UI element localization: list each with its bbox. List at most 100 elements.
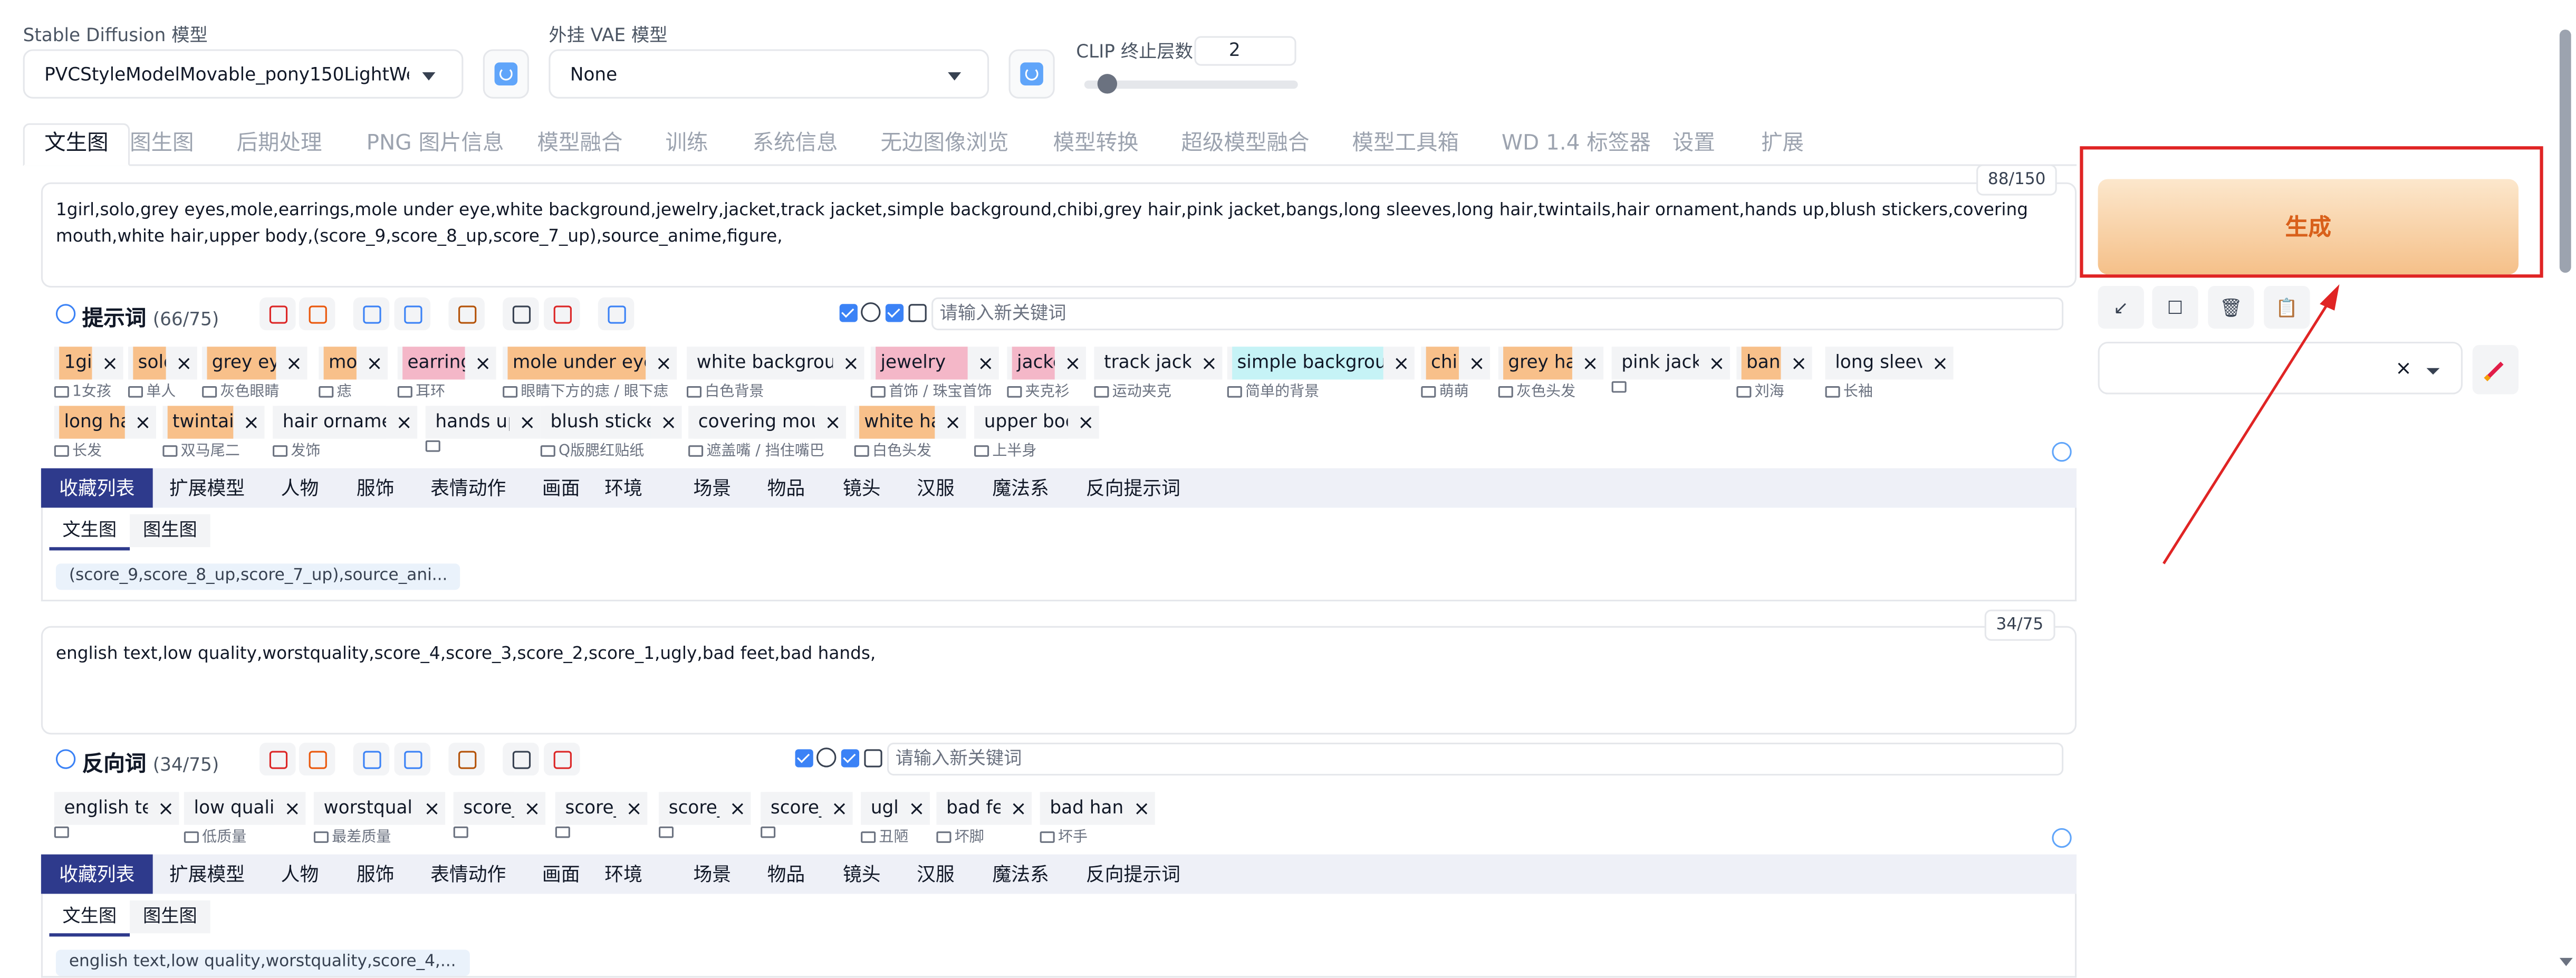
tab-5[interactable]: 训练 — [665, 125, 708, 165]
toolbar-button[interactable] — [353, 297, 390, 331]
remove-tag-icon[interactable]: × — [1010, 797, 1026, 820]
prompt-textarea[interactable]: 1girl,solo,grey eyes,mole,earrings,mole … — [41, 182, 2077, 288]
edit-style-button[interactable] — [2472, 345, 2519, 395]
remove-tag-icon[interactable]: × — [945, 411, 961, 434]
category-6[interactable]: 环境 — [604, 468, 642, 508]
remove-tag-icon[interactable]: × — [729, 797, 746, 820]
remove-tag-icon[interactable]: × — [396, 411, 412, 434]
toolbar-button[interactable] — [598, 297, 635, 331]
remove-tag-icon[interactable]: × — [1201, 352, 1217, 375]
history-icon[interactable] — [861, 302, 881, 322]
toolbar-button[interactable] — [394, 297, 431, 331]
category-10[interactable]: 汉服 — [917, 468, 955, 508]
checkbox-1[interactable] — [839, 304, 858, 322]
keyword-tag[interactable]: long sleeves × — [1825, 347, 1954, 380]
keyword-tag[interactable]: chibi × — [1421, 347, 1491, 380]
remove-tag-icon[interactable]: × — [284, 797, 301, 820]
subtab-img2img[interactable]: 图生图 — [130, 514, 210, 548]
toolbar-button[interactable] — [299, 742, 335, 776]
category-5[interactable]: 画面 — [542, 855, 580, 894]
keyword-tag[interactable]: bad feet × — [936, 792, 1032, 825]
remove-tag-icon[interactable]: × — [102, 352, 118, 375]
category-12[interactable]: 反向提示词 — [1086, 468, 1180, 508]
toolbar-button[interactable] — [394, 742, 431, 776]
category-11[interactable]: 魔法系 — [992, 468, 1049, 508]
keyword-tag[interactable]: jacket × — [1007, 347, 1086, 380]
remove-tag-icon[interactable]: × — [366, 352, 382, 375]
keyword-tag[interactable]: low quality × — [184, 792, 306, 825]
expand-icon[interactable] — [2052, 828, 2072, 848]
remove-tag-icon[interactable]: × — [977, 352, 994, 375]
remove-tag-icon[interactable]: × — [908, 797, 925, 820]
refresh-sd-model-button[interactable] — [483, 49, 529, 99]
keyword-tag[interactable]: upper body × — [974, 406, 1099, 439]
refresh-vae-button[interactable] — [1008, 49, 1055, 99]
keyword-tag[interactable]: white hair × — [854, 406, 966, 439]
remove-tag-icon[interactable]: × — [158, 797, 174, 820]
vae-select[interactable]: None — [549, 49, 989, 99]
history-icon[interactable] — [816, 747, 837, 768]
remove-tag-icon[interactable]: × — [475, 352, 491, 375]
remove-tag-icon[interactable]: × — [176, 352, 192, 375]
keyword-tag[interactable]: bad hands × — [1040, 792, 1155, 825]
remove-tag-icon[interactable]: × — [1133, 797, 1150, 820]
keyword-tag[interactable]: worstquality × — [313, 792, 446, 825]
checkbox-1[interactable] — [795, 749, 813, 768]
tab-0[interactable]: 文生图 — [23, 123, 130, 166]
keyword-tag[interactable]: jewelry × — [870, 347, 999, 380]
remove-tag-icon[interactable]: × — [1582, 352, 1598, 375]
remove-tag-icon[interactable]: × — [519, 411, 535, 434]
toolbar-button[interactable] — [299, 297, 335, 331]
category-3[interactable]: 服饰 — [357, 855, 395, 894]
collapse-icon[interactable] — [55, 749, 76, 769]
category-2[interactable]: 人物 — [281, 855, 319, 894]
negative-keyword-input[interactable]: 请输入新关键词 — [887, 742, 2064, 776]
tab-8[interactable]: 模型转换 — [1053, 125, 1139, 165]
remove-tag-icon[interactable]: × — [286, 352, 302, 375]
category-8[interactable]: 物品 — [767, 468, 805, 508]
tab-10[interactable]: 模型工具箱 — [1352, 125, 1459, 165]
category-2[interactable]: 人物 — [281, 468, 319, 508]
checkbox-3[interactable] — [908, 304, 927, 322]
keyword-tag[interactable]: grey eyes × — [202, 347, 307, 380]
keyword-tag[interactable]: 1girl × — [54, 347, 123, 380]
remove-tag-icon[interactable]: × — [243, 411, 259, 434]
tab-9[interactable]: 超级模型融合 — [1181, 125, 1310, 165]
keyword-tag[interactable]: solo × — [128, 347, 197, 380]
tab-7[interactable]: 无边图像浏览 — [881, 125, 1009, 165]
keyword-tag[interactable]: blush stickers × — [540, 406, 682, 439]
toolbar-button[interactable] — [543, 742, 580, 776]
tab-12[interactable]: 设置 — [1673, 125, 1715, 165]
remove-tag-icon[interactable]: × — [831, 797, 848, 820]
category-6[interactable]: 环境 — [604, 855, 642, 894]
tab-13[interactable]: 扩展 — [1761, 125, 1804, 165]
toolbar-button[interactable] — [448, 297, 485, 331]
keyword-tag[interactable]: hair ornament × — [273, 406, 418, 439]
tab-11[interactable]: WD 1.4 标签器 — [1502, 125, 1651, 165]
toolbar-button[interactable] — [503, 742, 539, 776]
page-scrollbar[interactable] — [2559, 30, 2571, 273]
remove-tag-icon[interactable]: × — [660, 411, 677, 434]
remove-tag-icon[interactable]: × — [1791, 352, 1807, 375]
toolbar-button[interactable] — [543, 297, 580, 331]
remove-tag-icon[interactable]: × — [134, 411, 151, 434]
remove-tag-icon[interactable]: × — [656, 352, 672, 375]
keyword-tag[interactable]: covering mouth × — [688, 406, 847, 439]
checkbox-2[interactable] — [885, 304, 904, 322]
keyword-tag[interactable]: ugly × — [861, 792, 930, 825]
subtab-txt2img[interactable]: 文生图 — [49, 900, 130, 937]
remove-tag-icon[interactable]: × — [1064, 352, 1081, 375]
category-0[interactable]: 收藏列表 — [41, 854, 153, 894]
remove-tag-icon[interactable]: × — [843, 352, 859, 375]
keyword-tag[interactable]: score_1 × — [761, 792, 853, 825]
remove-tag-icon[interactable]: × — [1932, 352, 1948, 375]
category-8[interactable]: 物品 — [767, 855, 805, 894]
tab-6[interactable]: 系统信息 — [753, 125, 838, 165]
sd-model-select[interactable]: PVCStyleModelMovable_pony150LightWeight.… — [23, 49, 464, 99]
category-1[interactable]: 扩展模型 — [169, 855, 245, 894]
category-10[interactable]: 汉服 — [917, 855, 955, 894]
keyword-tag[interactable]: long hair × — [54, 406, 156, 439]
prompt-keyword-input[interactable]: 请输入新关键词 — [931, 297, 2064, 331]
category-4[interactable]: 表情动作 — [430, 468, 506, 508]
keyword-tag[interactable]: score_2 × — [659, 792, 751, 825]
